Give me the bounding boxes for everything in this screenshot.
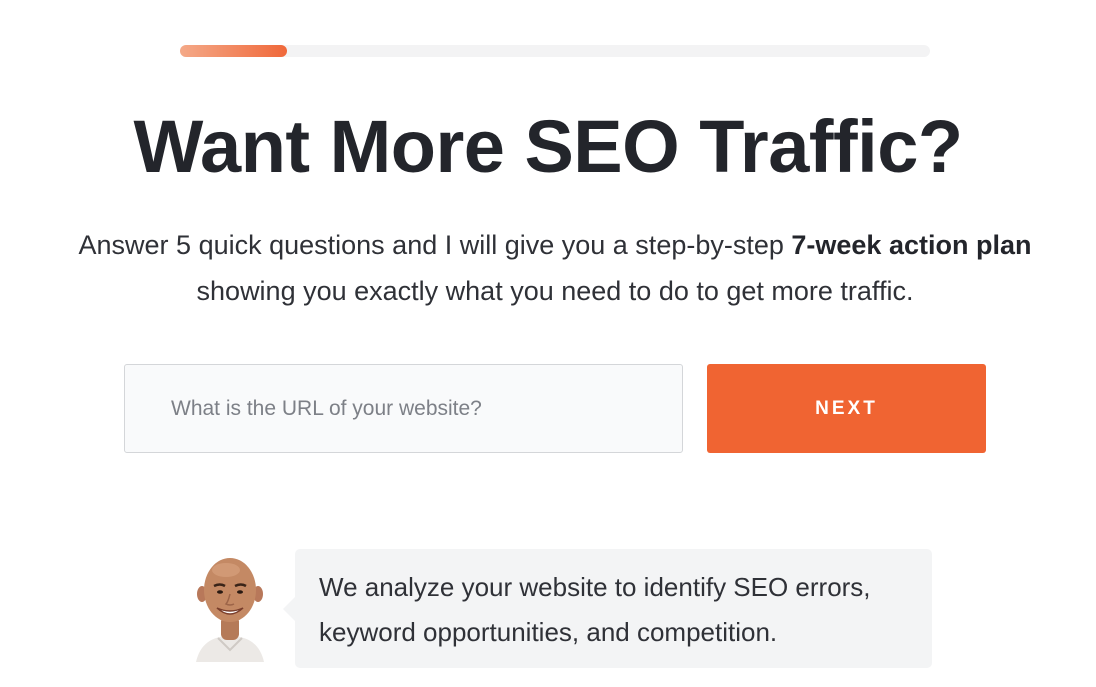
person-avatar-icon bbox=[192, 556, 268, 662]
progress-bar bbox=[180, 45, 930, 57]
subtitle-emphasis: 7-week action plan bbox=[791, 230, 1032, 260]
subtitle-lead: Answer 5 quick questions and I will give… bbox=[78, 230, 792, 260]
bubble-text: We analyze your website to identify SEO … bbox=[319, 572, 871, 647]
subtitle: Answer 5 quick questions and I will give… bbox=[20, 222, 1090, 314]
url-input[interactable] bbox=[124, 364, 683, 453]
speech-bubble-tail bbox=[283, 597, 295, 621]
page: Want More SEO Traffic? Answer 5 quick qu… bbox=[0, 0, 1096, 687]
speech-bubble: We analyze your website to identify SEO … bbox=[283, 549, 932, 668]
next-button[interactable]: NEXT bbox=[707, 364, 986, 453]
subtitle-tail: showing you exactly what you need to do … bbox=[196, 276, 914, 306]
progress-bar-fill bbox=[180, 45, 288, 57]
page-title: Want More SEO Traffic? bbox=[133, 105, 963, 188]
